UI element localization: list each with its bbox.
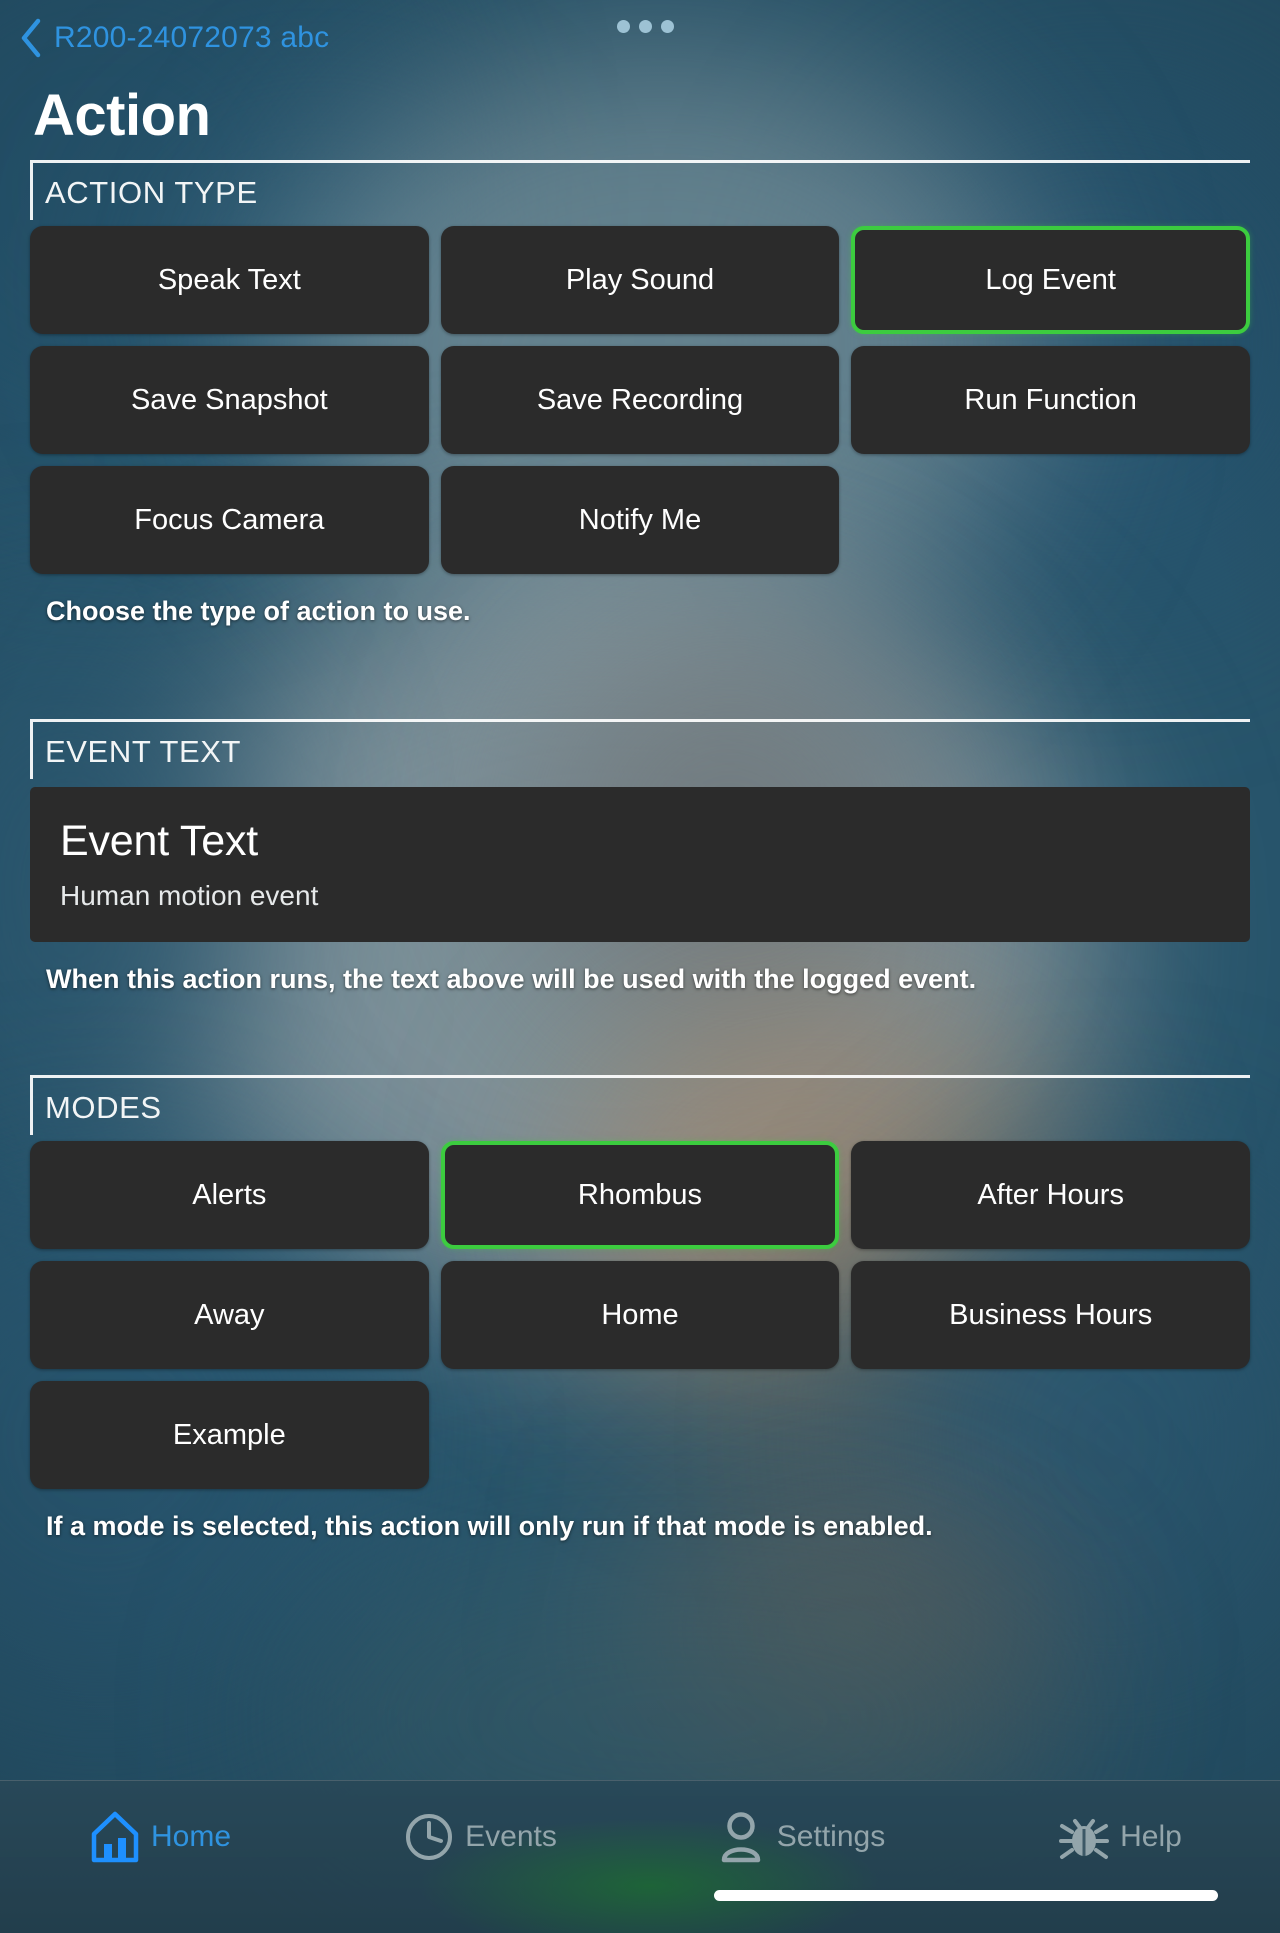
option-label: Notify Me xyxy=(578,503,702,536)
section-action-type: ACTION TYPE Speak Text Play Sound Log Ev… xyxy=(0,160,1280,627)
tab-label-help: Help xyxy=(1120,1820,1182,1853)
event-text-label: Event Text xyxy=(60,817,258,865)
action-type-option-speak-text[interactable]: Speak Text xyxy=(30,226,429,334)
action-type-grid: Speak Text Play Sound Log Event Save Sna… xyxy=(0,226,1280,574)
option-label: Play Sound xyxy=(565,263,715,296)
section-event-text: EVENT TEXT Event Text Human motion event… xyxy=(0,719,1280,995)
modes-grid: Alerts Rhombus After Hours Away Home Bus… xyxy=(0,1141,1280,1489)
option-label: Save Recording xyxy=(536,383,744,416)
section-title-action-type: ACTION TYPE xyxy=(45,175,258,210)
mode-option-away[interactable]: Away xyxy=(30,1261,429,1369)
tab-list: Home Events Settings Help xyxy=(0,1781,1280,1893)
action-type-option-play-sound[interactable]: Play Sound xyxy=(440,226,840,334)
option-label: Rhombus xyxy=(577,1178,703,1211)
home-icon xyxy=(89,1809,141,1865)
app-screen: R200-24072073 abc Action ACTION TYPE Spe… xyxy=(0,0,1280,1933)
section-modes: MODES Alerts Rhombus After Hours Away Ho… xyxy=(0,1075,1280,1542)
tab-settings[interactable]: Settings xyxy=(640,1781,960,1893)
bottom-tab-bar: Home Events Settings Help xyxy=(0,1780,1280,1933)
section-title-modes: MODES xyxy=(45,1090,162,1125)
clock-icon xyxy=(403,1809,455,1865)
action-type-option-log-event[interactable]: Log Event xyxy=(851,226,1250,334)
action-type-option-save-snapshot[interactable]: Save Snapshot xyxy=(30,346,429,454)
section-title-event-text: EVENT TEXT xyxy=(45,734,242,769)
option-label: Focus Camera xyxy=(134,503,325,536)
tab-label-home: Home xyxy=(150,1820,232,1853)
mode-option-rhombus[interactable]: Rhombus xyxy=(440,1141,840,1249)
option-label: Business Hours xyxy=(949,1298,1153,1331)
section-header-frame: ACTION TYPE xyxy=(30,160,1250,220)
option-label: Run Function xyxy=(964,383,1137,416)
section-header-frame: EVENT TEXT xyxy=(30,719,1250,779)
event-text-helper-text: When this action runs, the text above wi… xyxy=(46,964,977,994)
three-dots-icon[interactable] xyxy=(617,20,674,33)
event-text-field[interactable]: Event Text Human motion event xyxy=(30,787,1250,942)
mode-option-business-hours[interactable]: Business Hours xyxy=(851,1261,1250,1369)
option-label: Home xyxy=(601,1298,679,1331)
action-type-option-focus-camera[interactable]: Focus Camera xyxy=(30,466,429,574)
back-button-label: R200-24072073 abc xyxy=(54,21,330,54)
option-label: Log Event xyxy=(985,263,1116,296)
mode-option-after-hours[interactable]: After Hours xyxy=(851,1141,1250,1249)
option-label: Speak Text xyxy=(157,263,301,296)
modes-helper-text: If a mode is selected, this action will … xyxy=(46,1511,933,1541)
dot xyxy=(639,20,652,33)
tab-label-events: Events xyxy=(465,1820,557,1853)
mode-option-alerts[interactable]: Alerts xyxy=(30,1141,429,1249)
tab-help[interactable]: Help xyxy=(960,1781,1280,1893)
tab-events[interactable]: Events xyxy=(320,1781,640,1893)
page-title: Action xyxy=(33,83,211,148)
option-label: After Hours xyxy=(977,1178,1124,1211)
tab-home[interactable]: Home xyxy=(0,1781,320,1893)
event-text-value: Human motion event xyxy=(60,880,319,911)
dot xyxy=(661,20,674,33)
mode-option-example[interactable]: Example xyxy=(30,1381,429,1489)
option-label: Alerts xyxy=(192,1178,267,1211)
option-label: Away xyxy=(194,1298,265,1331)
action-type-option-run-function[interactable]: Run Function xyxy=(851,346,1250,454)
section-header-frame: MODES xyxy=(30,1075,1250,1135)
action-type-option-notify-me[interactable]: Notify Me xyxy=(440,466,840,574)
home-indicator xyxy=(714,1890,1218,1901)
option-label: Example xyxy=(172,1418,286,1451)
bug-icon xyxy=(1058,1809,1110,1865)
chevron-left-icon xyxy=(18,18,44,58)
action-type-helper-text: Choose the type of action to use. xyxy=(46,596,471,626)
back-button[interactable]: R200-24072073 abc xyxy=(18,18,329,58)
dot xyxy=(617,20,630,33)
action-type-option-save-recording[interactable]: Save Recording xyxy=(440,346,840,454)
person-icon xyxy=(715,1809,767,1865)
option-label: Save Snapshot xyxy=(130,383,328,416)
mode-option-home[interactable]: Home xyxy=(440,1261,840,1369)
scroll-content: ACTION TYPE Speak Text Play Sound Log Ev… xyxy=(0,160,1280,1780)
tab-label-settings: Settings xyxy=(776,1820,886,1853)
